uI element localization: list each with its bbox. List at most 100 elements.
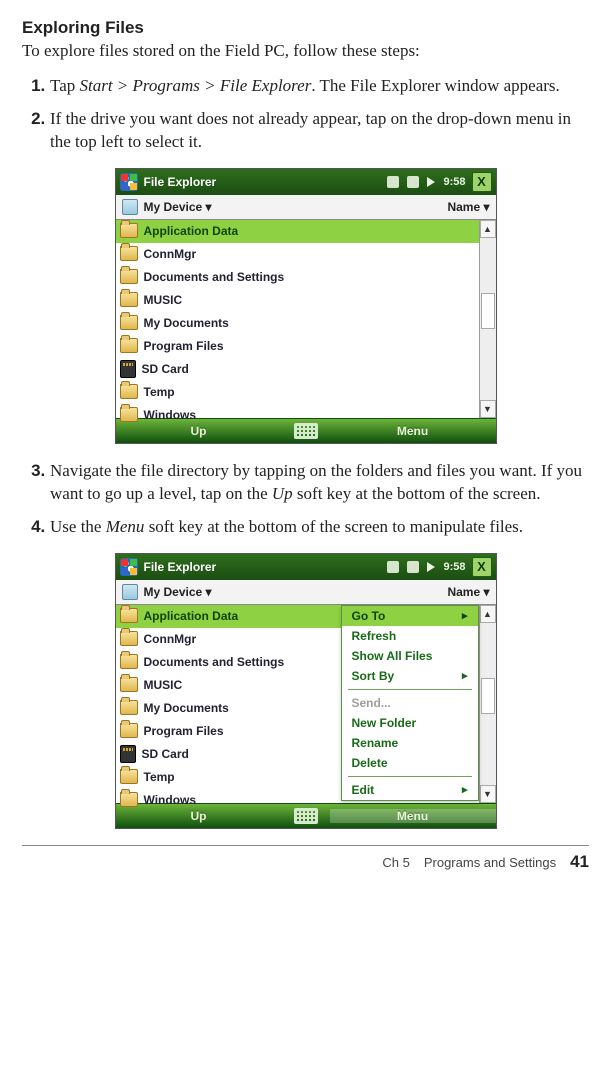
menu-new-folder[interactable]: New Folder [342, 713, 478, 733]
menu-label: Go To [352, 609, 386, 623]
footer-chapter: Ch 5 [382, 855, 409, 870]
menu-label: Edit [352, 783, 375, 797]
device-icon [122, 199, 138, 215]
folder-icon [120, 384, 138, 399]
folder-icon [120, 246, 138, 261]
device-icon [122, 584, 138, 600]
list-item[interactable]: My Documents [116, 312, 479, 335]
step-4: Use the Menu soft key at the bottom of t… [50, 516, 589, 539]
intro-text: To explore files stored on the Field PC,… [22, 40, 589, 63]
step-3: Navigate the file directory by tapping o… [50, 460, 589, 506]
steps-list: Tap Start > Programs > File Explorer. Th… [22, 75, 589, 154]
signal-icon [387, 561, 399, 573]
list-item[interactable]: MUSIC [116, 289, 479, 312]
location-toolbar: My Device Name [116, 195, 496, 220]
file-list: Application Data ConnMgr Documents and S… [116, 220, 479, 418]
location-dropdown[interactable]: My Device [144, 200, 212, 214]
status-area: 9:58 [387, 561, 465, 573]
menu-edit[interactable]: Edit [342, 780, 478, 800]
volume-icon[interactable] [427, 177, 435, 187]
steps-list-cont: Navigate the file directory by tapping o… [22, 460, 589, 539]
app-title: File Explorer [144, 175, 382, 189]
close-button[interactable]: X [472, 172, 492, 192]
item-label: SD Card [142, 362, 189, 376]
scroll-down-button[interactable]: ▼ [480, 400, 496, 418]
volume-icon[interactable] [427, 562, 435, 572]
menu-label: Sort By [352, 669, 395, 683]
folder-icon [120, 608, 138, 623]
start-icon[interactable] [120, 173, 138, 191]
list-item[interactable]: ConnMgr [116, 243, 479, 266]
scroll-down-button[interactable]: ▼ [480, 785, 496, 803]
item-label: MUSIC [144, 678, 183, 692]
menu-label: New Folder [352, 716, 417, 730]
page-footer: Ch 5 Programs and Settings 41 [22, 845, 589, 872]
screenshot-1: File Explorer 9:58 X My Device Name Appl… [22, 168, 589, 444]
list-item[interactable]: Program Files [116, 335, 479, 358]
scrollbar[interactable]: ▲ ▼ [479, 220, 496, 418]
location-dropdown[interactable]: My Device [144, 585, 212, 599]
file-list: Application Data ConnMgr Documents and S… [116, 605, 479, 803]
folder-icon [120, 792, 138, 807]
clock: 9:58 [443, 561, 465, 573]
list-item[interactable]: Windows [116, 404, 479, 427]
scroll-thumb[interactable] [481, 293, 495, 329]
list-item[interactable]: Application Data [116, 220, 479, 243]
step-2: If the drive you want does not already a… [50, 108, 589, 154]
menu-sort-by[interactable]: Sort By [342, 666, 478, 686]
item-label: Documents and Settings [144, 655, 285, 669]
scroll-track[interactable] [480, 623, 496, 785]
item-label: Program Files [144, 339, 224, 353]
menu-label: Show All Files [352, 649, 433, 663]
folder-icon [120, 700, 138, 715]
menu-label: Rename [352, 736, 399, 750]
item-label: ConnMgr [144, 632, 197, 646]
menu-label: Refresh [352, 629, 397, 643]
folder-icon [120, 269, 138, 284]
step-4-text-a: Use the [50, 517, 106, 536]
step-3-em: Up [272, 484, 293, 503]
footer-page-number: 41 [570, 852, 589, 872]
context-menu: Go To Refresh Show All Files Sort By Sen… [341, 605, 479, 801]
step-3-text-b: soft key at the bottom of the screen. [293, 484, 541, 503]
item-label: Temp [144, 385, 175, 399]
sync-icon [407, 176, 419, 188]
sort-dropdown[interactable]: Name [447, 200, 489, 214]
menu-separator [348, 776, 472, 777]
location-toolbar: My Device Name [116, 580, 496, 605]
item-label: Documents and Settings [144, 270, 285, 284]
close-button[interactable]: X [472, 557, 492, 577]
list-item[interactable]: SD Card [116, 358, 479, 381]
menu-label: Delete [352, 756, 388, 770]
sync-icon [407, 561, 419, 573]
item-label: ConnMgr [144, 247, 197, 261]
list-item[interactable]: Temp [116, 381, 479, 404]
list-item[interactable]: Documents and Settings [116, 266, 479, 289]
menu-rename[interactable]: Rename [342, 733, 478, 753]
menu-refresh[interactable]: Refresh [342, 626, 478, 646]
status-area: 9:58 [387, 176, 465, 188]
scroll-thumb[interactable] [481, 678, 495, 714]
folder-icon [120, 654, 138, 669]
start-icon[interactable] [120, 558, 138, 576]
screenshot-2: File Explorer 9:58 X My Device Name Appl… [22, 553, 589, 829]
step-1-text-b: . The File Explorer window appears. [311, 76, 559, 95]
item-label: My Documents [144, 316, 229, 330]
sd-card-icon [120, 745, 136, 763]
menu-show-all[interactable]: Show All Files [342, 646, 478, 666]
sd-card-icon [120, 360, 136, 378]
scroll-up-button[interactable]: ▲ [480, 220, 496, 238]
step-4-text-b: soft key at the bottom of the screen to … [144, 517, 523, 536]
scroll-track[interactable] [480, 238, 496, 400]
menu-goto[interactable]: Go To [342, 606, 478, 626]
menu-separator [348, 689, 472, 690]
step-4-em: Menu [106, 517, 145, 536]
scrollbar[interactable]: ▲ ▼ [479, 605, 496, 803]
sort-dropdown[interactable]: Name [447, 585, 489, 599]
step-1-text-a: Tap [50, 76, 80, 95]
item-label: Application Data [144, 609, 239, 623]
scroll-up-button[interactable]: ▲ [480, 605, 496, 623]
folder-icon [120, 338, 138, 353]
folder-icon [120, 292, 138, 307]
menu-delete[interactable]: Delete [342, 753, 478, 773]
